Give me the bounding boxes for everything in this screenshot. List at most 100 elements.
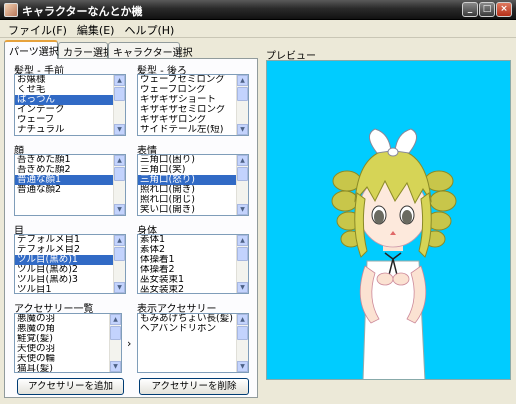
list-item[interactable]: 悪魔の角 bbox=[15, 324, 121, 334]
scrollbar[interactable]: ▲ ▼ bbox=[236, 235, 248, 293]
scroll-up-icon[interactable]: ▲ bbox=[237, 155, 248, 166]
scroll-down-icon[interactable]: ▼ bbox=[237, 204, 248, 215]
scroll-up-icon[interactable]: ▲ bbox=[237, 235, 248, 246]
accessory_list-items: 悪魔の羽 悪魔の角 鮭覚(髪) 天使の羽 天使の輪 猫耳(髪) bbox=[15, 314, 121, 372]
list-item[interactable]: インテーク bbox=[15, 105, 125, 115]
scroll-up-icon[interactable]: ▲ bbox=[114, 235, 125, 246]
list-item[interactable]: デフォルメ目1 bbox=[15, 235, 125, 245]
list-item[interactable]: ギザギザセミロング bbox=[138, 105, 248, 115]
list-item[interactable]: 鮭覚(髪) bbox=[15, 334, 121, 344]
remove-accessory-button[interactable]: アクセサリーを削除 bbox=[139, 378, 249, 395]
list-item[interactable]: ツル目1 bbox=[15, 285, 125, 293]
expression-list[interactable]: 三角口(困り) 三角口(笑) 三角口(怒り) 照れ口(開き) 照れ口(閉じ) 笑い口(開き… bbox=[137, 154, 249, 216]
list-item[interactable]: ウェーブ bbox=[15, 115, 125, 125]
list-item[interactable]: ウェーブセミロング bbox=[138, 75, 248, 85]
scroll-thumb[interactable] bbox=[237, 167, 248, 181]
list-item[interactable]: 三角口(怒り) bbox=[138, 175, 248, 185]
list-item[interactable]: ツル目(黒め)1 bbox=[15, 255, 125, 265]
scrollbar[interactable]: ▲ ▼ bbox=[109, 314, 121, 372]
list-item[interactable]: ウェーブロング bbox=[138, 85, 248, 95]
character-illustration bbox=[331, 128, 457, 379]
hair-front-list[interactable]: お嬢様 くせ毛 ぱっつん インテーク ウェーブ ナチュラル ▲ ▼ bbox=[14, 74, 126, 136]
scroll-down-icon[interactable]: ▼ bbox=[110, 361, 121, 372]
list-item[interactable]: ぱっつん bbox=[15, 95, 125, 105]
list-item[interactable]: 体操着2 bbox=[138, 265, 248, 275]
eyes-list[interactable]: デフォルメ目1 デフォルメ目2 ツル目(黒め)1 ツル目(黒め)2 ツル目(黒め)3 ツル… bbox=[14, 234, 126, 294]
tab-color[interactable]: カラー選択 bbox=[58, 42, 113, 59]
list-item[interactable]: くせ毛 bbox=[15, 85, 125, 95]
add-accessory-button[interactable]: アクセサリーを追加 bbox=[17, 378, 124, 395]
hair_back-items: ウェーブセミロング ウェーブロング ギザギザショート ギザギザセミロング ギザギザロング… bbox=[138, 75, 248, 135]
expression-items: 三角口(困り) 三角口(笑) 三角口(怒り) 照れ口(開き) 照れ口(閉じ) 笑い口(開き… bbox=[138, 155, 248, 215]
scroll-down-icon[interactable]: ▼ bbox=[114, 204, 125, 215]
list-item[interactable]: 照れ口(開き) bbox=[138, 185, 248, 195]
maximize-button[interactable]: □ bbox=[479, 2, 495, 17]
scroll-thumb[interactable] bbox=[237, 87, 248, 101]
list-item[interactable]: ツル目(黒め)2 bbox=[15, 265, 125, 275]
scroll-thumb[interactable] bbox=[237, 326, 248, 340]
scroll-down-icon[interactable]: ▼ bbox=[114, 282, 125, 293]
list-item[interactable]: サイドテール左(短) bbox=[138, 125, 248, 135]
eyes-items: デフォルメ目1 デフォルメ目2 ツル目(黒め)1 ツル目(黒め)2 ツル目(黒め)3 ツル… bbox=[15, 235, 125, 293]
scrollbar[interactable]: ▲ ▼ bbox=[113, 75, 125, 135]
list-item[interactable]: 普通な顔2 bbox=[15, 185, 125, 195]
list-item[interactable]: お嬢様 bbox=[15, 75, 125, 85]
move-arrow-icon[interactable]: › bbox=[127, 337, 131, 350]
list-item[interactable]: 体操着1 bbox=[138, 255, 248, 265]
list-item[interactable]: 照れ口(閉じ) bbox=[138, 195, 248, 205]
scroll-up-icon[interactable]: ▲ bbox=[237, 314, 248, 325]
menu-file[interactable]: ファイル(F) bbox=[4, 20, 73, 37]
scrollbar[interactable]: ▲ ▼ bbox=[113, 235, 125, 293]
scroll-down-icon[interactable]: ▼ bbox=[237, 124, 248, 135]
list-item[interactable]: 吾ぎめた顔1 bbox=[15, 155, 125, 165]
list-item[interactable]: ナチュラル bbox=[15, 125, 125, 135]
list-item[interactable]: 普通な顔1 bbox=[15, 175, 125, 185]
list-item[interactable]: 巫女装束1 bbox=[138, 275, 248, 285]
list-item[interactable]: デフォルメ目2 bbox=[15, 245, 125, 255]
scroll-up-icon[interactable]: ▲ bbox=[237, 75, 248, 86]
list-item[interactable]: ツル目(黒め)3 bbox=[15, 275, 125, 285]
scrollbar[interactable]: ▲ ▼ bbox=[236, 75, 248, 135]
close-button[interactable]: × bbox=[496, 2, 512, 17]
scroll-thumb[interactable] bbox=[114, 167, 125, 181]
scroll-up-icon[interactable]: ▲ bbox=[110, 314, 121, 325]
minimize-button[interactable]: _ bbox=[462, 2, 478, 17]
accessory-list[interactable]: 悪魔の羽 悪魔の角 鮭覚(髪) 天使の羽 天使の輪 猫耳(髪) ▲ ▼ bbox=[14, 313, 122, 373]
list-item[interactable]: 三角口(困り) bbox=[138, 155, 248, 165]
scroll-down-icon[interactable]: ▼ bbox=[114, 124, 125, 135]
accessory-shown-list[interactable]: もみあげちょい長(髪) ヘアバンドリボン ▲ ▼ bbox=[137, 313, 249, 373]
menu-bar: ファイル(F) 編集(E) ヘルプ(H) bbox=[0, 20, 516, 38]
scroll-thumb[interactable] bbox=[114, 87, 125, 101]
list-item[interactable]: 三角口(笑) bbox=[138, 165, 248, 175]
scrollbar[interactable]: ▲ ▼ bbox=[236, 314, 248, 372]
list-item[interactable]: 笑い口(開き) bbox=[138, 205, 248, 215]
scrollbar[interactable]: ▲ ▼ bbox=[236, 155, 248, 215]
scrollbar[interactable]: ▲ ▼ bbox=[113, 155, 125, 215]
list-item[interactable]: 素体1 bbox=[138, 235, 248, 245]
list-item[interactable]: 吾ぎめた顔2 bbox=[15, 165, 125, 175]
list-item[interactable]: もみあげちょい長(髪) bbox=[138, 314, 248, 324]
menu-help[interactable]: ヘルプ(H) bbox=[120, 20, 180, 37]
tab-parts[interactable]: パーツ選択 bbox=[4, 40, 59, 59]
scroll-down-icon[interactable]: ▼ bbox=[237, 282, 248, 293]
list-item[interactable]: 天使の輪 bbox=[15, 354, 121, 364]
scroll-up-icon[interactable]: ▲ bbox=[114, 75, 125, 86]
list-item[interactable]: ギザギザショート bbox=[138, 95, 248, 105]
scroll-thumb[interactable] bbox=[110, 326, 121, 340]
list-item[interactable]: ギザギザロング bbox=[138, 115, 248, 125]
list-item[interactable]: 悪魔の羽 bbox=[15, 314, 121, 324]
list-item[interactable]: ヘアバンドリボン bbox=[138, 324, 248, 334]
scroll-down-icon[interactable]: ▼ bbox=[237, 361, 248, 372]
list-item[interactable]: 猫耳(髪) bbox=[15, 364, 121, 372]
body-list[interactable]: 素体1 素体2 体操着1 体操着2 巫女装束1 巫女装束2 ▲ ▼ bbox=[137, 234, 249, 294]
face-list[interactable]: 吾ぎめた顔1 吾ぎめた顔2 普通な顔1 普通な顔2 ▲ ▼ bbox=[14, 154, 126, 216]
scroll-thumb[interactable] bbox=[114, 247, 125, 261]
tab-character[interactable]: キャラクター選択 bbox=[108, 42, 193, 59]
list-item[interactable]: 天使の羽 bbox=[15, 344, 121, 354]
list-item[interactable]: 巫女装束2 bbox=[138, 285, 248, 293]
menu-edit[interactable]: 編集(E) bbox=[73, 20, 121, 37]
scroll-thumb[interactable] bbox=[237, 247, 248, 261]
scroll-up-icon[interactable]: ▲ bbox=[114, 155, 125, 166]
hair-back-list[interactable]: ウェーブセミロング ウェーブロング ギザギザショート ギザギザセミロング ギザギザロング… bbox=[137, 74, 249, 136]
list-item[interactable]: 素体2 bbox=[138, 245, 248, 255]
